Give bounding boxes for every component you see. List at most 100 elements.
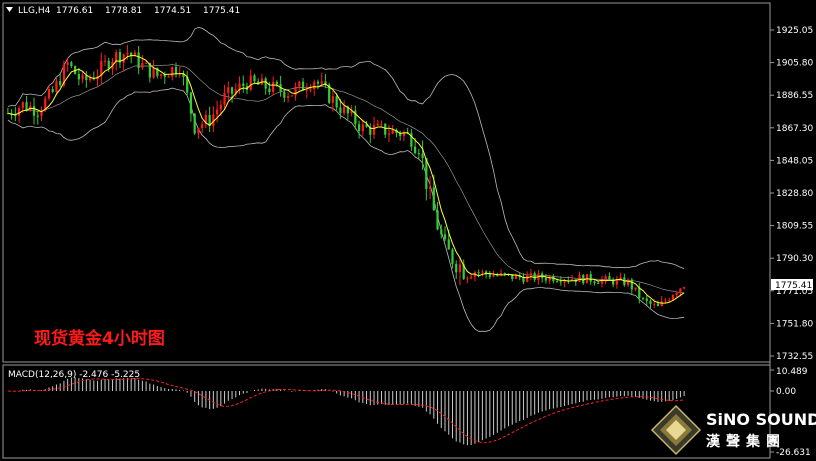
candle	[152, 60, 155, 79]
candle-body	[597, 282, 600, 284]
candle	[589, 271, 592, 285]
candle	[88, 74, 92, 83]
candle	[32, 97, 36, 125]
candle-body	[103, 60, 107, 62]
candle	[77, 67, 80, 86]
candle	[630, 277, 633, 295]
candle-body	[294, 86, 297, 96]
candle-body	[432, 187, 435, 211]
candle-body	[275, 81, 278, 84]
candle	[260, 73, 264, 85]
candle	[656, 300, 660, 307]
candle	[313, 79, 316, 96]
symbol-label: LLG,H4	[18, 6, 51, 16]
candle-body	[578, 275, 581, 282]
candle	[286, 92, 290, 103]
candle	[466, 276, 469, 284]
main-chart-frame	[2, 2, 771, 363]
current-price-label: 1775.41	[775, 281, 812, 291]
candle-body	[656, 303, 660, 307]
candle	[36, 111, 39, 125]
candle-body	[679, 288, 682, 293]
candle	[369, 123, 372, 144]
candle	[159, 73, 163, 80]
candle-body	[77, 74, 80, 80]
candle	[380, 120, 383, 127]
candle	[294, 82, 297, 101]
candle	[578, 271, 581, 282]
candle	[238, 76, 241, 94]
candle	[481, 269, 484, 277]
candle	[197, 127, 200, 139]
candle	[645, 295, 648, 306]
candle-body	[664, 300, 667, 302]
candle	[290, 95, 293, 97]
candle-body	[167, 76, 170, 78]
candle-body	[253, 75, 256, 82]
candle-body	[503, 272, 506, 274]
dropdown-triangle-icon[interactable]	[6, 7, 13, 12]
candle	[316, 79, 320, 90]
candle-body	[215, 109, 219, 115]
candle	[455, 260, 458, 280]
candle-body	[608, 276, 611, 280]
candle	[357, 120, 361, 139]
candle-body	[242, 83, 245, 87]
price-tick-label: 1732.55	[776, 352, 813, 362]
candle-body	[201, 124, 204, 129]
candle	[387, 124, 391, 143]
candle-body	[193, 113, 196, 134]
candle-body	[559, 281, 562, 283]
candle	[201, 120, 204, 134]
candle-body	[634, 287, 637, 290]
candle	[167, 75, 170, 78]
candle-body	[122, 54, 125, 63]
price-tick-label: 1867.30	[776, 124, 813, 134]
diamond-logo-icon	[650, 404, 702, 456]
candle	[137, 45, 140, 75]
candle	[443, 226, 447, 242]
candle-body	[66, 62, 69, 65]
candle-body	[447, 239, 450, 250]
candle	[122, 53, 125, 72]
candle-body	[496, 275, 499, 277]
candle	[253, 73, 256, 84]
candle-body	[290, 95, 293, 97]
candle-body	[683, 287, 686, 289]
candle-body	[159, 74, 163, 76]
candle-body	[137, 52, 140, 68]
candle-body	[391, 129, 394, 134]
candle	[402, 130, 406, 142]
candle-body	[189, 92, 193, 114]
candle	[100, 52, 103, 85]
candle	[541, 271, 544, 283]
price-axis: 1925.05 1905.80 1886.55 1867.30 1848.05 1828.…	[770, 26, 813, 362]
candle-body	[466, 278, 469, 280]
candle-body	[641, 298, 645, 300]
candle	[189, 91, 193, 122]
candle-body	[320, 81, 323, 84]
candle-body	[555, 281, 559, 283]
candle	[559, 276, 562, 286]
candle-body	[481, 271, 484, 273]
candle-body	[144, 62, 148, 64]
candle	[593, 280, 596, 286]
candle	[92, 71, 95, 81]
candle-body	[316, 81, 320, 84]
candle	[178, 66, 181, 78]
candle-body	[653, 303, 656, 305]
candle	[529, 268, 533, 281]
candle	[608, 272, 611, 280]
candle	[473, 270, 477, 282]
candle-body	[283, 91, 286, 98]
candle	[81, 72, 84, 84]
candle	[264, 76, 267, 95]
candle	[436, 201, 439, 231]
candle	[533, 271, 536, 282]
candle-body	[451, 249, 454, 264]
candle	[376, 119, 379, 126]
candle	[668, 297, 671, 302]
candle	[488, 271, 491, 279]
candle	[395, 128, 398, 138]
candle	[272, 76, 275, 96]
